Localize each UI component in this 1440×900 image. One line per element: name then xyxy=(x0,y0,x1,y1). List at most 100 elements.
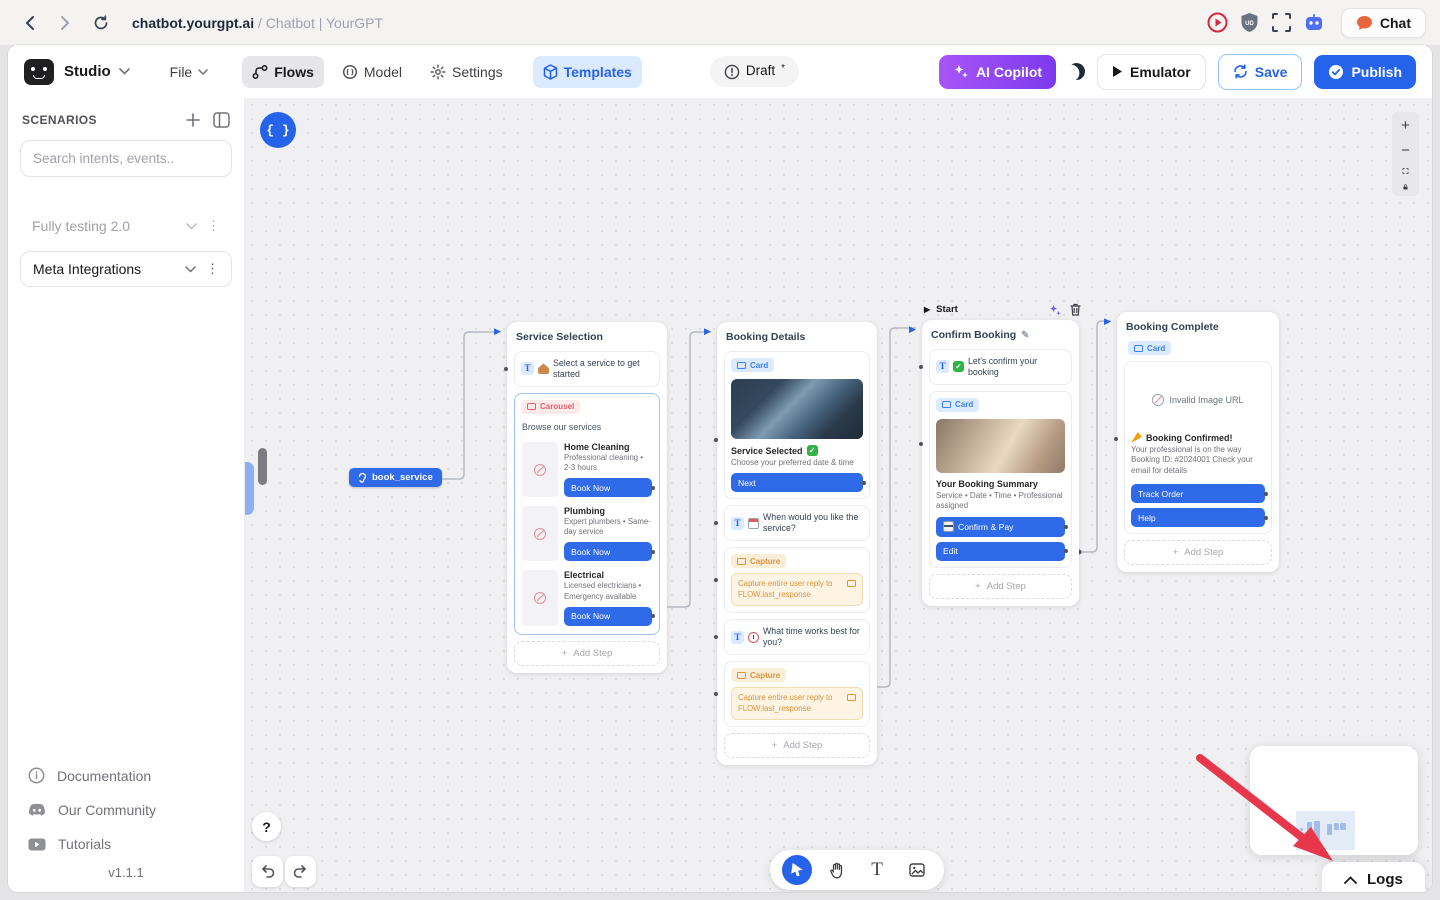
carousel-item[interactable]: Electrical Licensed electricians • Emerg… xyxy=(521,567,653,627)
edit-pencil-icon[interactable]: ✎ xyxy=(1021,330,1029,341)
carousel-step[interactable]: Carousel Browse our services Home Cleani… xyxy=(514,393,660,635)
publish-button[interactable]: Publish xyxy=(1314,55,1416,89)
plus-icon: + xyxy=(1173,547,1179,558)
tab-templates[interactable]: Templates xyxy=(533,56,642,88)
next-button[interactable]: Next xyxy=(731,473,863,492)
dark-mode-toggle[interactable] xyxy=(1066,61,1087,82)
message-step[interactable]: T ✓ Let's confirm your booking xyxy=(929,349,1072,385)
add-scenario-icon[interactable] xyxy=(185,112,201,128)
message-step[interactable]: T Select a service to get started xyxy=(514,351,660,387)
card-title: Booking Confirmed! xyxy=(1131,432,1265,443)
card-badge: Card xyxy=(1128,341,1171,355)
ai-copilot-label: AI Copilot xyxy=(976,64,1042,80)
refresh-icon[interactable] xyxy=(86,8,116,38)
record-extension-icon[interactable] xyxy=(1207,12,1229,34)
link-tutorials[interactable]: Tutorials xyxy=(20,827,232,861)
chat-extension-button[interactable]: Chat xyxy=(1341,8,1426,38)
add-step-button[interactable]: +Add Step xyxy=(514,641,660,666)
carousel-item[interactable]: Plumbing Expert plumbers • Same-day serv… xyxy=(521,503,653,567)
carousel-item[interactable]: Home Cleaning Professional cleaning • 2-… xyxy=(521,439,653,503)
flow-canvas[interactable]: { } + − book_service ▶ Service Selection… xyxy=(245,98,1432,892)
kebab-menu-icon[interactable]: ⋮ xyxy=(207,218,220,234)
sync-icon xyxy=(1233,64,1248,79)
tab-flows[interactable]: Flows xyxy=(242,56,324,88)
card-step[interactable]: Card Your Booking Summary Service • Date… xyxy=(929,391,1072,568)
redo-button[interactable] xyxy=(285,856,316,887)
message-step[interactable]: T What time works best for you? xyxy=(724,619,870,655)
chevron-down-icon[interactable] xyxy=(185,266,196,273)
card-step[interactable]: Invalid Image URL Booking Confirmed! You… xyxy=(1124,361,1272,534)
fit-view-button[interactable] xyxy=(1399,168,1412,174)
connection-port xyxy=(1264,492,1268,496)
draft-status[interactable]: Draft * xyxy=(710,56,799,87)
bot-extension-icon[interactable] xyxy=(1303,12,1325,34)
plus-icon: + xyxy=(975,581,981,592)
add-step-button[interactable]: +Add Step xyxy=(929,574,1072,599)
youtube-icon xyxy=(28,838,46,851)
book-now-button[interactable]: Book Now xyxy=(564,478,652,497)
capture-step[interactable]: Capture Capture entire user reply to FLO… xyxy=(724,547,870,613)
kebab-menu-icon[interactable]: ⋮ xyxy=(206,261,219,277)
image-tool[interactable] xyxy=(902,855,932,885)
check-circle-icon xyxy=(1328,64,1344,80)
plus-icon: + xyxy=(562,648,568,659)
scenario-item-meta-integrations[interactable]: Meta Integrations ⋮ xyxy=(20,251,232,287)
json-variables-bubble[interactable]: { } xyxy=(260,112,296,148)
search-input[interactable] xyxy=(20,140,232,177)
undo-button[interactable] xyxy=(252,856,283,887)
collapse-panel-icon[interactable] xyxy=(213,112,230,128)
robot-logo[interactable] xyxy=(24,59,54,85)
link-documentation[interactable]: Documentation xyxy=(20,758,232,793)
zoom-in-button[interactable]: + xyxy=(1398,118,1413,133)
chevron-down-icon[interactable] xyxy=(186,223,197,230)
back-icon[interactable] xyxy=(14,8,44,38)
text-tool[interactable]: T xyxy=(862,855,892,885)
ai-sparkle-icon[interactable] xyxy=(1049,304,1061,316)
book-now-button[interactable]: Book Now xyxy=(564,542,652,561)
tab-model[interactable]: Model xyxy=(332,56,412,88)
track-order-button[interactable]: Track Order xyxy=(1131,484,1265,503)
save-button[interactable]: Save xyxy=(1218,54,1303,90)
node-booking-details[interactable]: ▶ Booking Details Card Service Selected✓… xyxy=(717,322,877,765)
node-booking-complete[interactable]: ▶ Booking Complete Card Invalid Image UR… xyxy=(1117,312,1279,572)
connection-port xyxy=(919,442,923,446)
message-text: Select a service to get started xyxy=(553,358,653,380)
cursor-tool[interactable] xyxy=(782,855,812,885)
node-service-selection[interactable]: ▶ Service Selection T Select a service t… xyxy=(507,322,667,673)
zoom-out-button[interactable]: − xyxy=(1398,143,1413,158)
sidebar-expand-handle[interactable] xyxy=(245,462,254,515)
intent-tag-book-service[interactable]: book_service xyxy=(349,468,442,487)
emulator-button[interactable]: Emulator xyxy=(1097,54,1206,90)
ai-copilot-button[interactable]: AI Copilot xyxy=(939,55,1056,89)
add-step-button[interactable]: +Add Step xyxy=(724,733,870,758)
add-step-button[interactable]: +Add Step xyxy=(1124,540,1272,565)
forward-icon[interactable] xyxy=(50,8,80,38)
tab-settings[interactable]: Settings xyxy=(420,56,513,88)
trash-icon[interactable] xyxy=(1070,303,1081,316)
file-menu[interactable]: File xyxy=(160,56,219,88)
link-community[interactable]: Our Community xyxy=(20,793,232,827)
node-confirm-booking[interactable]: ▶ Confirm Booking ✎ T ✓ Let's confirm yo… xyxy=(922,320,1079,606)
book-now-button[interactable]: Book Now xyxy=(564,607,652,626)
image-placeholder xyxy=(522,442,558,497)
url-bar[interactable]: chatbot.yourgpt.ai / Chatbot | YourGPT xyxy=(132,15,383,31)
scenario-item-fully-testing[interactable]: Fully testing 2.0 ⋮ xyxy=(20,209,232,243)
edit-button[interactable]: Edit xyxy=(936,542,1065,561)
lock-button[interactable] xyxy=(1400,184,1411,190)
canvas-scrollbar[interactable] xyxy=(258,448,267,485)
chevron-down-icon[interactable] xyxy=(119,68,130,75)
confirm-pay-button[interactable]: Confirm & Pay xyxy=(936,517,1065,537)
shield-extension-icon[interactable]: UD xyxy=(1239,12,1261,34)
message-step[interactable]: T When would you like the service? xyxy=(724,505,870,541)
capture-step[interactable]: Capture Capture entire user reply to FLO… xyxy=(724,661,870,727)
node-title: Confirm Booking ✎ xyxy=(929,327,1072,349)
minimap[interactable] xyxy=(1250,746,1418,855)
card-step[interactable]: Card Service Selected✓ Choose your prefe… xyxy=(724,351,870,499)
help-button[interactable]: ? xyxy=(252,812,281,841)
info-icon xyxy=(724,64,740,80)
hand-tool[interactable] xyxy=(822,855,852,885)
frame-extension-icon[interactable] xyxy=(1271,12,1293,34)
logs-button[interactable]: Logs xyxy=(1322,862,1425,892)
check-emoji: ✓ xyxy=(953,361,964,372)
help-button[interactable]: Help xyxy=(1131,508,1265,527)
